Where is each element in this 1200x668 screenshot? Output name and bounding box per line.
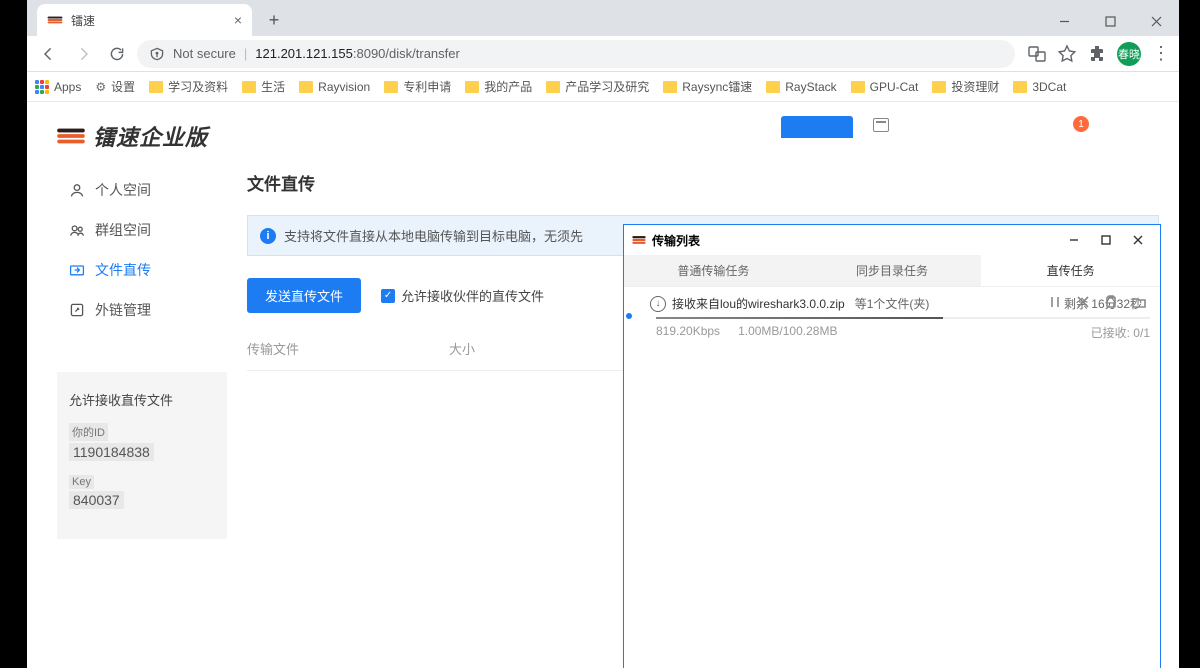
not-secure-icon [149, 46, 165, 62]
sidebar: 个人空间 群组空间 文件直传 外链管理 [57, 170, 227, 330]
url-text: 121.201.121.155:8090/disk/transfer [255, 46, 460, 61]
page-content: 1 镭速企业版 个人空间 群组空间 文件直传 外链管理 允 [27, 102, 1179, 668]
popup-tabs: 普通传输任务 同步目录任务 直传任务 [624, 255, 1160, 287]
receive-info-card: 允许接收直传文件 你的ID 1190184838 Key 840037 [57, 372, 227, 539]
bookmark-folder[interactable]: 投资理财 [932, 78, 999, 95]
browser-menu-icon[interactable]: ⋮ [1151, 44, 1171, 64]
send-file-button[interactable]: 发送直传文件 [247, 278, 361, 313]
page-title: 文件直传 [247, 170, 1159, 195]
url-bar[interactable]: Not secure | 121.201.121.155:8090/disk/t… [137, 40, 1015, 68]
logo-text: 镭速企业版 [93, 120, 208, 152]
app-logo: 镭速企业版 [57, 120, 208, 152]
popup-maximize-button[interactable] [1092, 229, 1120, 251]
browser-window: 镭速 × + Not secure | 121.201.121.155:8090… [27, 0, 1179, 668]
sidebar-item-external-link[interactable]: 外链管理 [57, 290, 227, 330]
popup-tab-direct[interactable]: 直传任务 [981, 255, 1160, 286]
address-bar-row: Not secure | 121.201.121.155:8090/disk/t… [27, 36, 1179, 72]
header-button-cut [781, 116, 853, 138]
user-icon [69, 182, 85, 198]
transfer-received: 已接收: 0/1 [1091, 324, 1150, 341]
checkbox-icon: ✓ [381, 289, 395, 303]
progress-bar [656, 317, 1150, 319]
apps-shortcut[interactable]: Apps [35, 80, 81, 94]
popup-favicon-icon [632, 233, 646, 247]
bookmark-folder[interactable]: RayStack [766, 80, 836, 94]
bookmark-settings[interactable]: ⚙设置 [95, 78, 135, 95]
window-maximize-button[interactable] [1087, 6, 1133, 36]
download-icon [650, 296, 666, 312]
nav-back-button[interactable] [35, 40, 63, 68]
transfer-list-popup: 传输列表 普通传输任务 同步目录任务 直传任务 接收来自lou的wireshar… [623, 224, 1161, 668]
bookmark-star-icon[interactable] [1057, 44, 1077, 64]
bookmark-folder[interactable]: Rayvision [299, 80, 370, 94]
popup-close-button[interactable] [1124, 229, 1152, 251]
extensions-icon[interactable] [1087, 44, 1107, 64]
key-value: 840037 [69, 491, 124, 509]
new-tab-button[interactable]: + [260, 6, 288, 34]
link-icon [69, 302, 85, 318]
col-size: 大小 [449, 339, 475, 358]
popup-titlebar[interactable]: 传输列表 [624, 225, 1160, 255]
popup-title: 传输列表 [652, 232, 700, 249]
transfer-speed: 819.20Kbps [656, 324, 720, 341]
cancel-button[interactable] [1076, 295, 1090, 312]
window-minimize-button[interactable] [1041, 6, 1087, 36]
browser-tab[interactable]: 镭速 × [37, 4, 252, 36]
bookmark-folder[interactable]: 3DCat [1013, 80, 1066, 94]
transfer-progress: 1.00MB/100.28MB [738, 324, 837, 341]
transfer-icon [69, 262, 85, 278]
pause-button[interactable] [1048, 295, 1062, 312]
nav-forward-button[interactable] [69, 40, 97, 68]
popup-tab-normal[interactable]: 普通传输任务 [624, 255, 803, 286]
not-secure-label: Not secure [173, 46, 236, 61]
clipboard-icon[interactable] [1104, 295, 1118, 312]
favicon-icon [47, 12, 63, 28]
bookmark-folder[interactable]: Raysync镭速 [663, 78, 752, 95]
open-folder-icon[interactable] [1132, 295, 1146, 312]
bookmark-folder[interactable]: GPU-Cat [851, 80, 919, 94]
sidebar-item-personal[interactable]: 个人空间 [57, 170, 227, 210]
titlebar: 镭速 × + [27, 0, 1179, 36]
tab-close-icon[interactable]: × [234, 12, 242, 28]
bookmark-folder[interactable]: 产品学习及研究 [546, 78, 649, 95]
bookmark-folder[interactable]: 我的产品 [465, 78, 532, 95]
nav-reload-button[interactable] [103, 40, 131, 68]
bookmark-folder[interactable]: 专利申请 [384, 78, 451, 95]
key-label: Key [69, 475, 94, 489]
transfer-row: 接收来自lou的wireshark3.0.0.zip 等1个文件(夹) 剩余 1… [624, 287, 1160, 353]
header-list-icon [873, 118, 889, 132]
active-indicator-icon [626, 313, 632, 319]
sidebar-item-group[interactable]: 群组空间 [57, 210, 227, 250]
popup-minimize-button[interactable] [1060, 229, 1088, 251]
col-file: 传输文件 [247, 339, 299, 358]
transfer-count: 等1个文件(夹) [855, 295, 930, 312]
card-title: 允许接收直传文件 [69, 390, 215, 409]
tab-title: 镭速 [71, 12, 226, 29]
group-icon [69, 222, 85, 238]
window-close-button[interactable] [1133, 6, 1179, 36]
bookmarks-bar: Apps ⚙设置 学习及资料 生活 Rayvision 专利申请 我的产品 产品… [27, 72, 1179, 102]
profile-avatar[interactable]: 春晓 [1117, 42, 1141, 66]
translate-icon[interactable] [1027, 44, 1047, 64]
logo-icon [57, 125, 85, 147]
popup-tab-sync[interactable]: 同步目录任务 [803, 255, 982, 286]
id-label: 你的ID [69, 423, 108, 441]
notification-badge[interactable]: 1 [1073, 116, 1089, 132]
bookmark-folder[interactable]: 生活 [242, 78, 285, 95]
info-icon: i [260, 228, 276, 244]
sidebar-item-direct-transfer[interactable]: 文件直传 [57, 250, 227, 290]
id-value: 1190184838 [69, 443, 154, 461]
transfer-name: 接收来自lou的wireshark3.0.0.zip [672, 295, 845, 312]
allow-receive-checkbox[interactable]: ✓ 允许接收伙伴的直传文件 [381, 286, 544, 305]
bookmark-folder[interactable]: 学习及资料 [149, 78, 228, 95]
